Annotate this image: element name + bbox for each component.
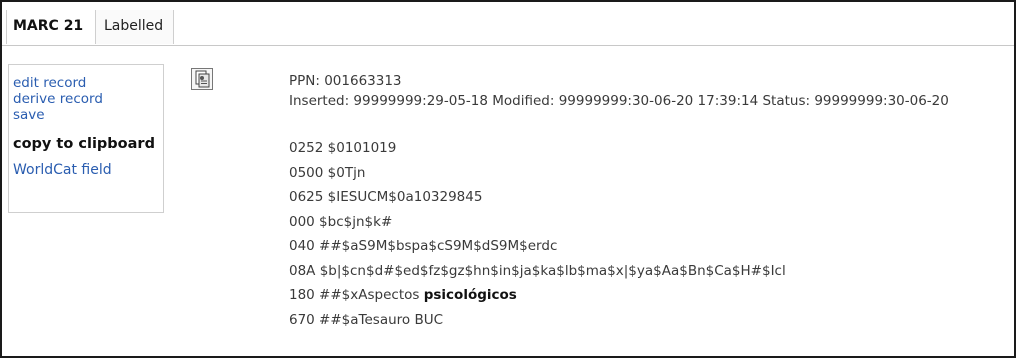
marc-field-670: 670 ##$aTesauro BUC <box>289 311 444 328</box>
view-tabbar: MARC 21 Labelled <box>2 2 1014 46</box>
marc-field: 0500 $0Tjn <box>289 164 366 181</box>
copy-to-clipboard-link[interactable]: copy to clipboard <box>13 135 163 153</box>
marc-field: 040 ##$aS9M$bspa$cS9M$dS9M$erdc <box>289 238 558 254</box>
record-view-frame: MARC 21 Labelled edit record derive reco… <box>0 0 1016 358</box>
marc-record: PPN: 001663313 Inserted: 99999999:29-05-… <box>289 71 949 333</box>
marc-field: 0625 $IESUCM$0a10329845 <box>289 189 483 205</box>
save-link[interactable]: save <box>13 107 163 123</box>
worldcat-field-link[interactable]: WorldCat field <box>13 161 163 179</box>
marc-field-180: 180 ##$xAspectos psicológicos <box>289 284 949 309</box>
marc-field: 000 $bc$jn$k# <box>289 213 393 230</box>
ppn-line: PPN: 001663313 <box>289 73 402 89</box>
marc-field: 08A $b|$cn$d#$ed$fz$gz$hn$in$ja$ka$lb$ma… <box>289 262 786 279</box>
dates-line: Inserted: 99999999:29-05-18 Modified: 99… <box>289 93 949 109</box>
tab-labelled[interactable]: Labelled <box>96 10 174 44</box>
copy-record-icon[interactable] <box>191 68 213 90</box>
derive-record-link[interactable]: derive record <box>13 91 163 107</box>
field-180-bold-term: psicológicos <box>423 287 517 303</box>
tab-marc21[interactable]: MARC 21 <box>6 10 96 44</box>
marc-field: 0252 $0101019 <box>289 140 397 156</box>
edit-record-link[interactable]: edit record <box>13 75 163 91</box>
record-actions-panel: edit record derive record save copy to c… <box>8 64 164 213</box>
field-180-text: 180 ##$xAspectos <box>289 287 424 303</box>
